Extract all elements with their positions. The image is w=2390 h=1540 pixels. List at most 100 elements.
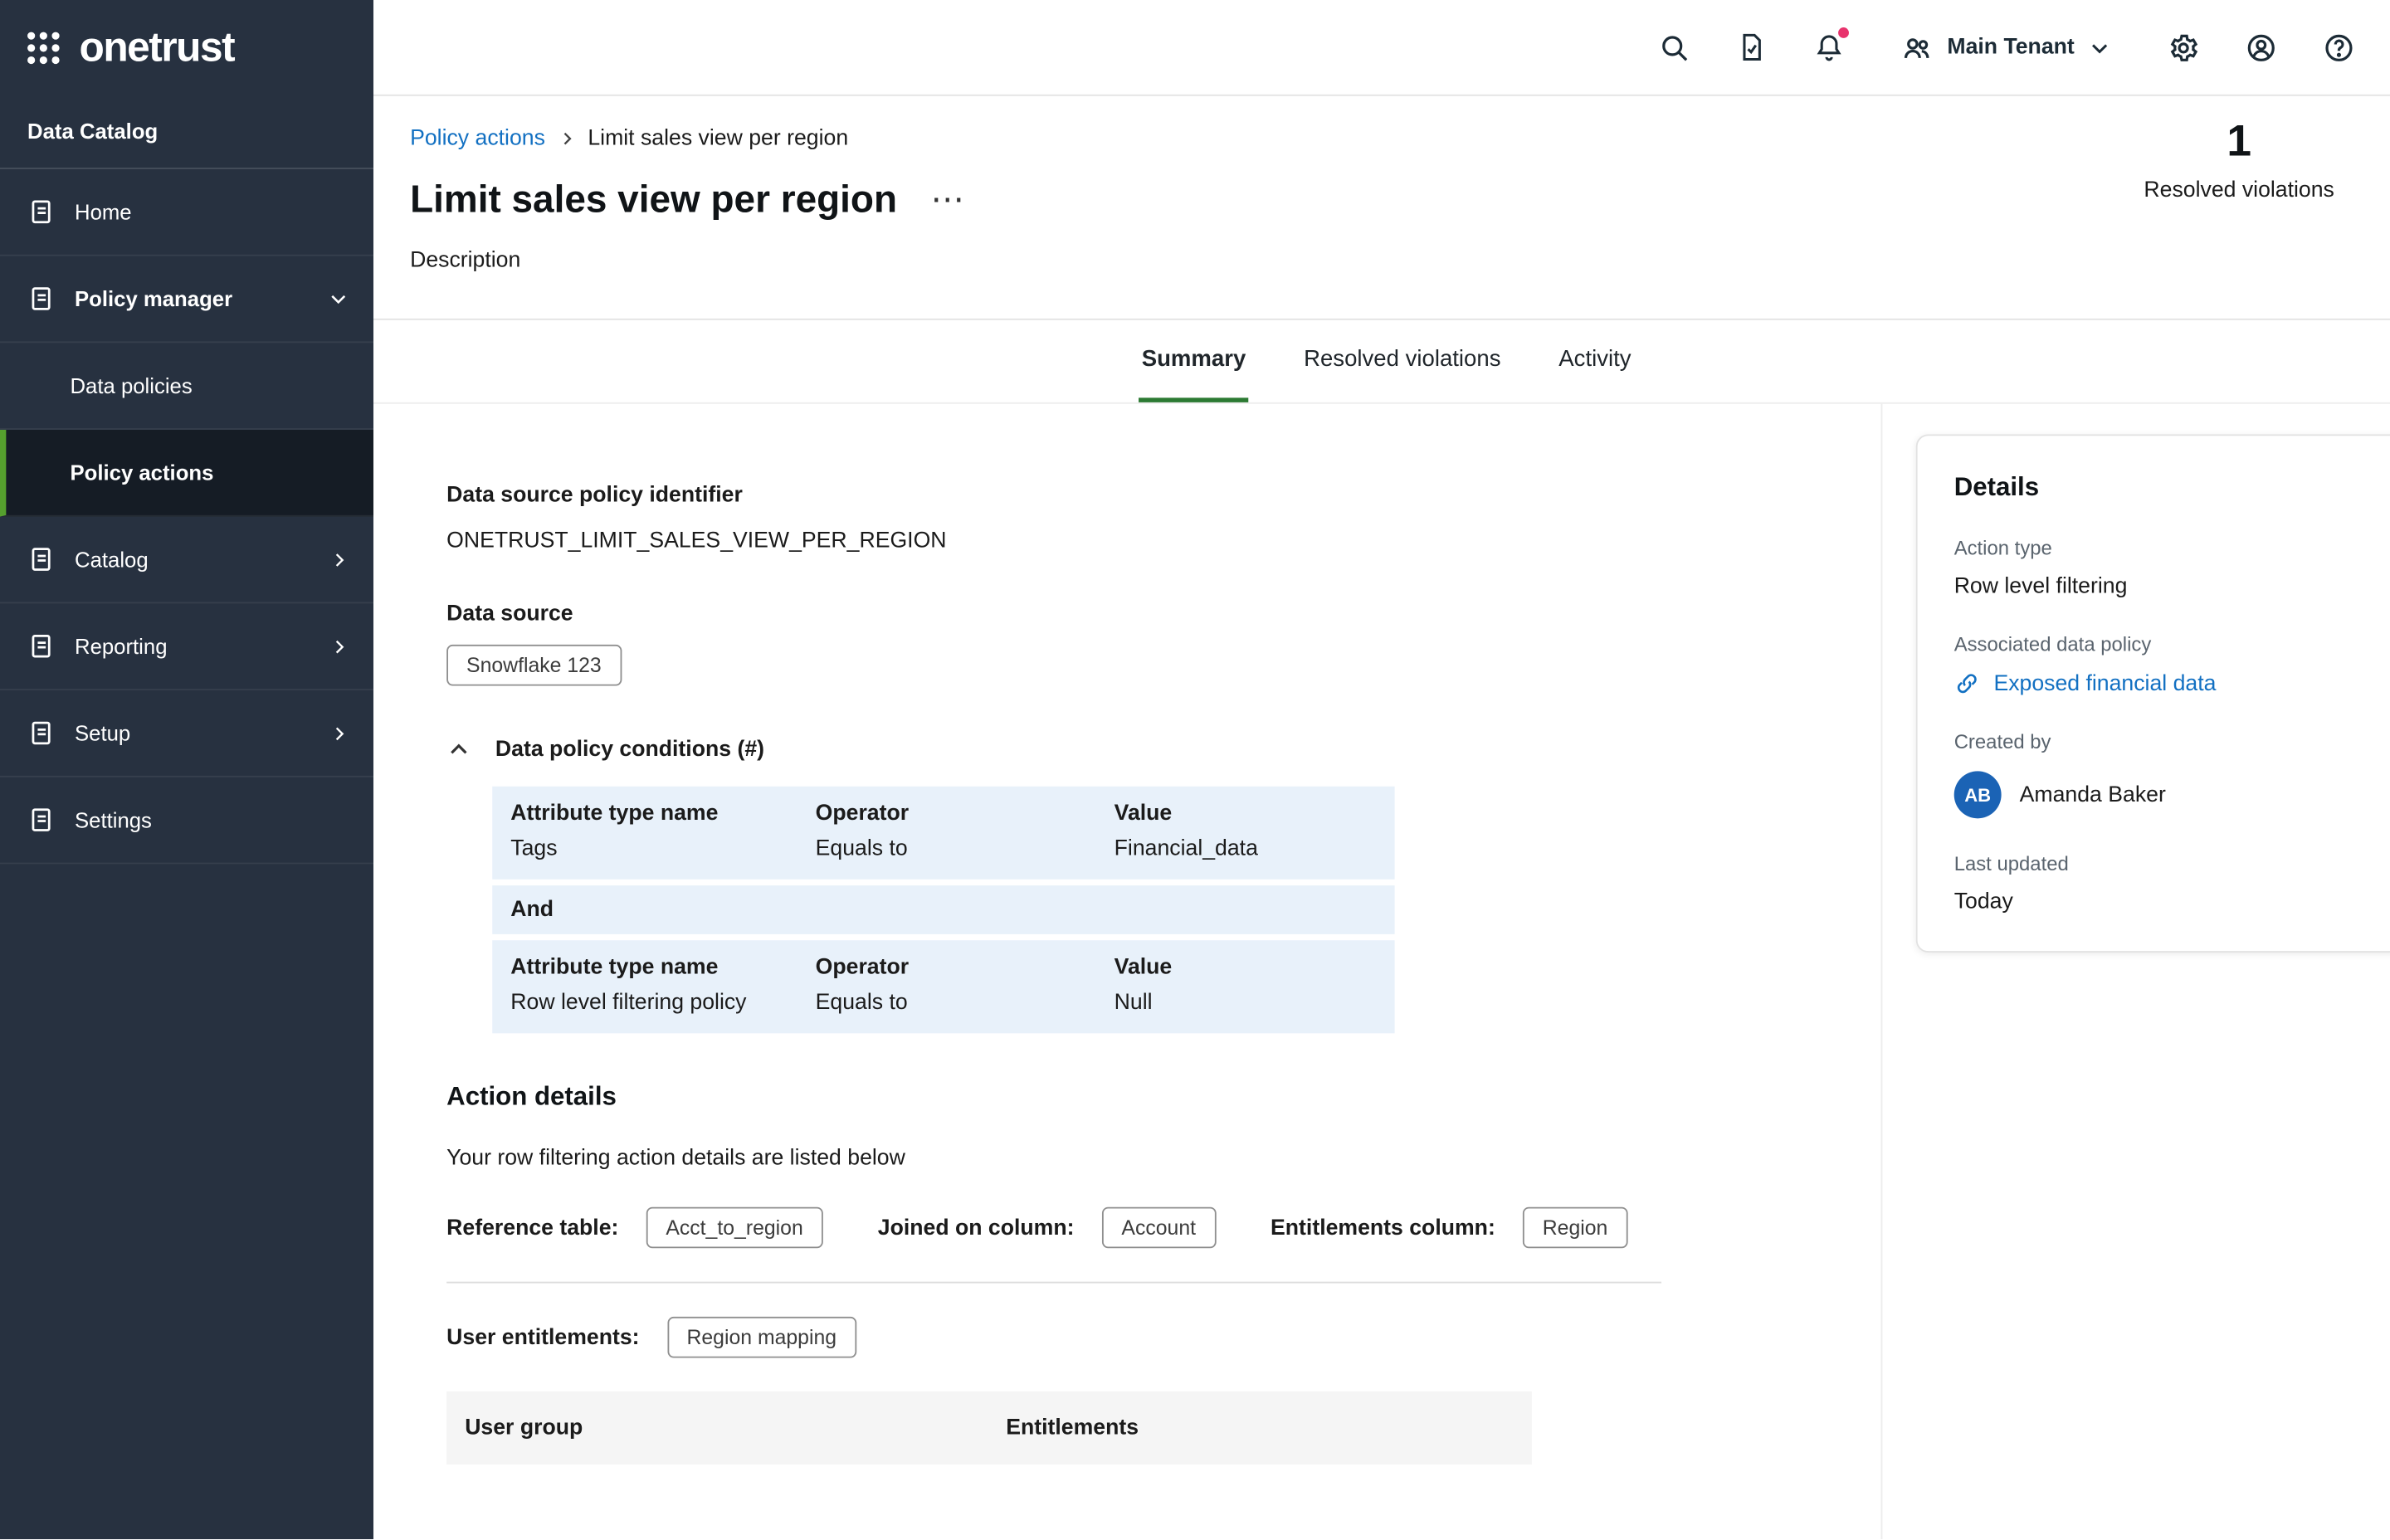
condition-col-operator: Operator	[816, 802, 1115, 826]
search-icon[interactable]	[1656, 29, 1693, 66]
tenant-users-icon	[1901, 32, 1934, 64]
reference-table-label: Reference table:	[446, 1216, 618, 1240]
catalog-icon	[27, 546, 55, 573]
conditions-collapse-header[interactable]: Data policy conditions (#)	[446, 738, 1880, 762]
action-details-subtitle: Your row filtering action details are li…	[446, 1146, 1880, 1170]
more-actions-button[interactable]: ⋯	[930, 192, 965, 207]
tenant-label: Main Tenant	[1947, 35, 2074, 59]
onetrust-logo: onetrust	[80, 23, 235, 71]
breadcrumb: Policy actions Limit sales view per regi…	[410, 124, 2353, 154]
identifier-value: ONETRUST_LIMIT_SALES_VIEW_PER_REGION	[446, 529, 1880, 553]
data-source-label: Data source	[446, 602, 1880, 626]
sidebar-item-settings[interactable]: Settings	[0, 777, 373, 865]
help-icon[interactable]	[2320, 29, 2357, 66]
condition-col-value: Value	[1115, 956, 1395, 980]
action-type-value: Row level filtering	[1954, 574, 2388, 598]
home-doc-icon	[27, 198, 55, 226]
page-header: Policy actions Limit sales view per regi…	[373, 96, 2390, 320]
user-entitlements-label: User entitlements:	[446, 1325, 639, 1349]
stat-label: Resolved violations	[2124, 178, 2353, 202]
page-title: Limit sales view per region	[410, 178, 897, 222]
tab-activity[interactable]: Activity	[1556, 320, 1635, 402]
tab-bar: Summary Resolved violations Activity	[373, 320, 2390, 404]
avatar: AB	[1954, 771, 2002, 818]
sidebar-item-data-policies[interactable]: Data policies	[0, 343, 373, 430]
chevron-right-icon	[329, 724, 349, 743]
condition-col-attribute: Attribute type name	[510, 956, 815, 980]
section-divider	[446, 1282, 1661, 1284]
col-entitlements: Entitlements	[1006, 1416, 1532, 1440]
associated-policy-value: Exposed financial data	[1993, 671, 2216, 695]
sidebar-item-reporting[interactable]: Reporting	[0, 603, 373, 690]
chevron-down-icon	[2088, 36, 2111, 59]
details-card: Details Action type Row level filtering …	[1916, 434, 2390, 952]
sidebar-item-home[interactable]: Home	[0, 169, 373, 256]
policy-manager-icon	[27, 285, 55, 312]
tab-resolved-violations[interactable]: Resolved violations	[1300, 320, 1504, 402]
action-config-row: Reference table: Acct_to_region Joined o…	[446, 1207, 1880, 1249]
reference-table-chip[interactable]: Acct_to_region	[646, 1207, 822, 1249]
link-icon	[1954, 670, 1980, 696]
tenant-selector[interactable]: Main Tenant	[1901, 32, 2111, 64]
document-check-icon[interactable]	[1734, 29, 1770, 66]
user-group-table: User group Entitlements	[446, 1391, 1532, 1464]
notification-dot	[1839, 27, 1850, 38]
sidebar-item-policy-manager[interactable]: Policy manager	[0, 256, 373, 344]
stat-value: 1	[2124, 117, 2353, 168]
sidebar-item-label: Catalog	[75, 547, 149, 571]
tab-content: Data source policy identifier ONETRUST_L…	[373, 404, 2390, 1539]
sidebar-item-label: Settings	[75, 807, 152, 831]
data-source-chip[interactable]: Snowflake 123	[446, 645, 621, 686]
condition-operator-value: Equals to	[816, 836, 1115, 860]
sidebar-item-label: Data policies	[70, 373, 192, 397]
condition-operator-value: Equals to	[816, 991, 1115, 1015]
sidebar-item-label: Reporting	[75, 634, 167, 658]
condition-attribute-value: Tags	[510, 836, 815, 860]
condition-attribute-value: Row level filtering policy	[510, 991, 815, 1015]
condition-col-attribute: Attribute type name	[510, 802, 815, 826]
condition-value-value: Financial_data	[1115, 836, 1395, 860]
account-icon[interactable]	[2242, 29, 2279, 66]
entitlements-column-label: Entitlements column:	[1271, 1216, 1495, 1240]
last-updated-label: Last updated	[1954, 852, 2388, 875]
associated-policy-link[interactable]: Exposed financial data	[1954, 670, 2388, 696]
breadcrumb-parent-link[interactable]: Policy actions	[410, 126, 545, 150]
entitlements-column-chip[interactable]: Region	[1523, 1207, 1627, 1249]
description-label: Description	[410, 248, 2353, 279]
app-grid-icon[interactable]	[27, 32, 60, 64]
condition-col-value: Value	[1115, 802, 1395, 826]
last-updated-value: Today	[1954, 890, 2388, 914]
action-details-title: Action details	[446, 1082, 1880, 1113]
details-title: Details	[1954, 472, 2388, 503]
sidebar-item-catalog[interactable]: Catalog	[0, 517, 373, 604]
joined-on-chip[interactable]: Account	[1102, 1207, 1216, 1249]
condition-value-value: Null	[1115, 991, 1395, 1015]
notifications-bell-icon[interactable]	[1812, 29, 1848, 66]
condition-connector: And	[492, 885, 1394, 934]
sidebar-item-setup[interactable]: Setup	[0, 690, 373, 777]
breadcrumb-separator-icon	[558, 129, 576, 148]
resolved-violations-stat: 1 Resolved violations	[2124, 117, 2353, 202]
main-area: Main Tenant Policy actions Limit sales v…	[373, 0, 2390, 1539]
app-name-label: Data Catalog	[0, 95, 373, 169]
sidebar-item-policy-actions[interactable]: Policy actions	[0, 430, 373, 517]
condition-row: Attribute type name Tags Operator Equals…	[492, 787, 1394, 880]
conditions-title: Data policy conditions (#)	[495, 738, 764, 762]
identifier-label: Data source policy identifier	[446, 483, 1880, 507]
sidebar-item-label: Policy manager	[75, 286, 232, 310]
joined-on-label: Joined on column:	[878, 1216, 1075, 1240]
action-type-label: Action type	[1954, 537, 2388, 560]
settings-gear-icon[interactable]	[2164, 29, 2201, 66]
user-entitlements-chip[interactable]: Region mapping	[667, 1317, 856, 1358]
setup-icon	[27, 719, 55, 747]
brand-header: onetrust	[0, 0, 373, 95]
col-user-group: User group	[465, 1416, 1006, 1440]
sidebar-item-label: Home	[75, 200, 132, 224]
app-window: onetrust Data Catalog Home Policy manage…	[0, 0, 2390, 1539]
created-by-value: Amanda Baker	[2020, 782, 2166, 807]
conditions-table: Attribute type name Tags Operator Equals…	[492, 787, 1394, 1034]
sidebar: onetrust Data Catalog Home Policy manage…	[0, 0, 373, 1539]
reporting-icon	[27, 632, 55, 660]
tab-summary[interactable]: Summary	[1139, 320, 1249, 402]
chevron-down-icon	[328, 288, 349, 309]
